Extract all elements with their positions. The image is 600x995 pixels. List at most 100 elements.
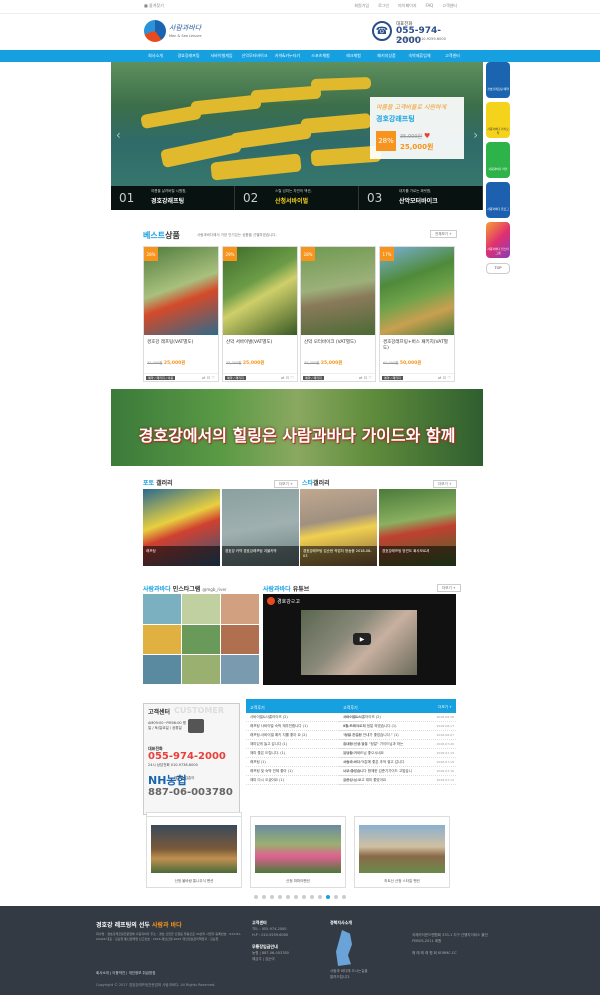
product-price: 60,000원 50,000원 xyxy=(383,361,422,366)
nav-item-sports[interactable]: 스포츠체험 xyxy=(304,50,337,62)
lodging-card-3[interactable]: 하트산 산청 스타일 펜션 xyxy=(354,816,450,888)
product-tag: 예약 / 패키지 xyxy=(225,376,246,380)
signup-link[interactable]: 회원가입 xyxy=(354,3,369,9)
phone-number: 055-974-2000 xyxy=(396,26,442,46)
page-dot[interactable] xyxy=(270,895,274,899)
nav-item-survival[interactable]: 서바이벌게임 xyxy=(205,50,238,62)
page-dot[interactable] xyxy=(310,895,314,899)
share-icon[interactable]: ⇄ ⊡ ♡ xyxy=(438,375,451,380)
telephone-icon xyxy=(188,719,204,733)
quick-menu: 경호강래프팅 예약 사람과바다 카카오톡 사람과바다 라인 사람과바다 블로그 … xyxy=(486,62,510,290)
board-row[interactable]: 입당할 가이드님 좋으시네요 2018-07-19 xyxy=(339,750,456,758)
product-name: 산악 서바이벌(VAT별도) xyxy=(226,340,273,345)
discount-badge: 28% xyxy=(144,247,158,261)
korea-map-icon[interactable] xyxy=(336,930,352,966)
nav-item-recreation[interactable]: 레크체험 xyxy=(337,50,370,62)
lodging-card-1[interactable]: 산청 불바람 통나무식 펜션 xyxy=(146,816,242,888)
best-more-button[interactable]: 전체보기 + xyxy=(430,230,457,238)
nav-item-package[interactable]: 패키지상품 xyxy=(370,50,403,62)
product-card[interactable]: 28% 경호강 래프팅(VAT별도) 35,000원 25,000원 예약 / … xyxy=(143,246,219,382)
product-card[interactable]: 17% 경호강래프팅+버스 패키지(VAT별도) 60,000원 50,000원… xyxy=(379,246,455,382)
lodging-card-2[interactable]: 산청 파파야펜션 xyxy=(250,816,346,888)
gallery-item[interactable]: 경호강래프팅 방연도 회사모르셔 xyxy=(379,489,456,566)
play-icon[interactable]: ▶ xyxy=(353,633,371,645)
utility-links: 회원가입 로그인 마이페이지 FAQ 고객센터 xyxy=(354,3,457,9)
product-price: 35,000원 25,000원 xyxy=(226,361,265,366)
board-row[interactable]: 사람과 바다 덕분에 좋은 추억 쌓고 갑니다 2018-07-18 xyxy=(339,759,456,767)
instagram-grid[interactable] xyxy=(143,594,259,684)
star-gallery-title: 스타갤러리 xyxy=(302,480,330,487)
board-row[interactable]: 8월 프레이르페 정말 하였습니다 (1) 2018-08-17 xyxy=(339,723,456,731)
board-row[interactable]: 김준성 님 오고 재미 좋았어요 2018-07-12 xyxy=(339,777,456,785)
page-dot[interactable] xyxy=(342,895,346,899)
page-dot[interactable] xyxy=(334,895,338,899)
mypage-link[interactable]: 마이페이지 xyxy=(398,3,416,9)
best-title: 베스트상품 xyxy=(143,231,180,240)
blog-button[interactable] xyxy=(486,182,510,218)
footer-address: 회사명 : 경호강래프팅전문업체 사람과바다 주소 : 경남 산청군 산청읍 꽃… xyxy=(96,932,242,941)
photo-gallery-more[interactable]: 더보기 + xyxy=(274,480,298,488)
youtube-player[interactable]: 경호강ㄹ고 ▶ xyxy=(263,594,456,685)
support-link[interactable]: 고객센터 xyxy=(442,3,457,9)
site-logo[interactable]: 사람과바다 Men & Sea Leisure xyxy=(144,18,232,46)
share-icon[interactable]: ⇄ ⊡ ♡ xyxy=(359,375,372,380)
board-row[interactable]: 사바이벌&사롱어이즈 (2) 2018-08-26 xyxy=(339,714,456,722)
product-tag: 예약 / 패키지 xyxy=(382,376,403,380)
hero-next-icon[interactable]: › xyxy=(473,128,478,142)
hero-tab-2[interactable]: 02 스릴 넘치는 자연의 액션, 산청서바이벌 xyxy=(235,186,359,210)
discount-badge: 29% xyxy=(223,247,237,261)
page-dot[interactable] xyxy=(286,895,290,899)
share-icon[interactable]: ⇄ ⊡ ♡ xyxy=(202,375,215,380)
page-dot[interactable] xyxy=(302,895,306,899)
logo-mark-icon xyxy=(144,20,166,42)
quick-reserve-button[interactable] xyxy=(486,62,510,98)
star-gallery-more[interactable]: 더보기 + xyxy=(433,480,457,488)
discount-badge: 17% xyxy=(380,247,394,261)
page-dot-active[interactable] xyxy=(326,895,330,899)
board-row[interactable]: 집대형 선생 뜰을 "정말" 가이드님과 하는 2018-07-26 xyxy=(339,741,456,749)
nav-item-company[interactable]: 회사소개 xyxy=(139,50,172,62)
promo-title: 경호강래프팅 xyxy=(376,115,415,123)
page-dot[interactable] xyxy=(254,895,258,899)
favorite-link[interactable]: ■ 즐겨찾기 xyxy=(144,3,164,9)
product-tag: 예약 / 패키지 / 이용 xyxy=(146,376,176,380)
board-more-link[interactable]: 더보기 + xyxy=(438,705,452,710)
page-dot[interactable] xyxy=(278,895,282,899)
guide-banner[interactable]: 경호강에서의 힐링은 사람과바다 가이드와 함께 xyxy=(111,389,483,466)
page-dot[interactable] xyxy=(262,895,266,899)
utility-bar: ■ 즐겨찾기 회원가입 로그인 마이페이지 FAQ 고객센터 xyxy=(0,0,600,14)
youtube-more[interactable]: 더보기 + xyxy=(437,584,461,592)
share-icon[interactable]: ⇄ ⊡ ♡ xyxy=(281,375,294,380)
product-card[interactable]: 28% 산악 모터바이크 (VAT별도) 35,000원 25,000원 예약 … xyxy=(300,246,376,382)
product-tag: 예약 / 패키지 xyxy=(303,376,324,380)
hero-tabs: 01 여름을 날려버릴 시원함, 경호강래프팅 02 스릴 넘치는 자연의 액션… xyxy=(111,186,483,210)
discount-badge: 28% xyxy=(301,247,315,261)
nav-item-lodging[interactable]: 숙박제휴업체 xyxy=(403,50,436,62)
bank-account: 887-06-003780 xyxy=(148,787,233,798)
gallery-item[interactable]: 경호강 카약 경호강래프팅 겨울카약 xyxy=(222,489,299,566)
footer-links[interactable]: 회사소개 | 이용약관 | 개인정보 취급방침 xyxy=(96,971,155,976)
faq-link[interactable]: FAQ xyxy=(426,3,434,9)
product-name: 경호강 래프팅(VAT별도) xyxy=(147,340,194,345)
board-row[interactable]: "정말 친절한 안내가 좋았습니다." (1) 2018-08-07 xyxy=(339,732,456,740)
line-button[interactable] xyxy=(486,142,510,178)
hero-prev-icon[interactable]: ‹ xyxy=(116,128,121,142)
hero-tab-3[interactable]: 03 대자를 가르는 짜릿함, 산악모터바이크 xyxy=(359,186,483,210)
nav-item-motorbike[interactable]: 산악모터바이크 xyxy=(238,50,271,62)
page-dot[interactable] xyxy=(318,895,322,899)
heart-icon[interactable]: ♥ xyxy=(424,132,430,140)
footer-location: 경북지사소개 xyxy=(330,920,353,925)
board-row[interactable]: 너무 좋았습니다 함께한 김준기가이드 고맙습니 2018-07-16 xyxy=(339,768,456,776)
gallery-item[interactable]: 경호강래프팅 김순현 작업처 방송중 2018-08-03 xyxy=(300,489,377,566)
lodging-pagination xyxy=(0,895,600,899)
gallery-item[interactable]: 래프팅 xyxy=(143,489,220,566)
hero-tab-1[interactable]: 01 여름을 날려버릴 시원함, 경호강래프팅 xyxy=(111,186,235,210)
nav-item-kayak[interactable]: 카약&카누타기 xyxy=(271,50,304,62)
banner-text: 경호강에서의 힐링은 사람과바다 가이드와 함께 xyxy=(138,426,456,445)
hero-promo-card[interactable]: 여름을 고객비율로 시원하게 경호강래프팅 28% 35,000원 ♥ 25,0… xyxy=(370,97,464,159)
nav-item-rafting[interactable]: 경호강래프팅 xyxy=(172,50,205,62)
login-link[interactable]: 로그인 xyxy=(378,3,389,9)
nav-item-cs[interactable]: 고객센터 xyxy=(436,50,469,62)
product-card[interactable]: 29% 산악 서바이벌(VAT별도) 35,000원 25,000원 예약 / … xyxy=(222,246,298,382)
page-dot[interactable] xyxy=(294,895,298,899)
